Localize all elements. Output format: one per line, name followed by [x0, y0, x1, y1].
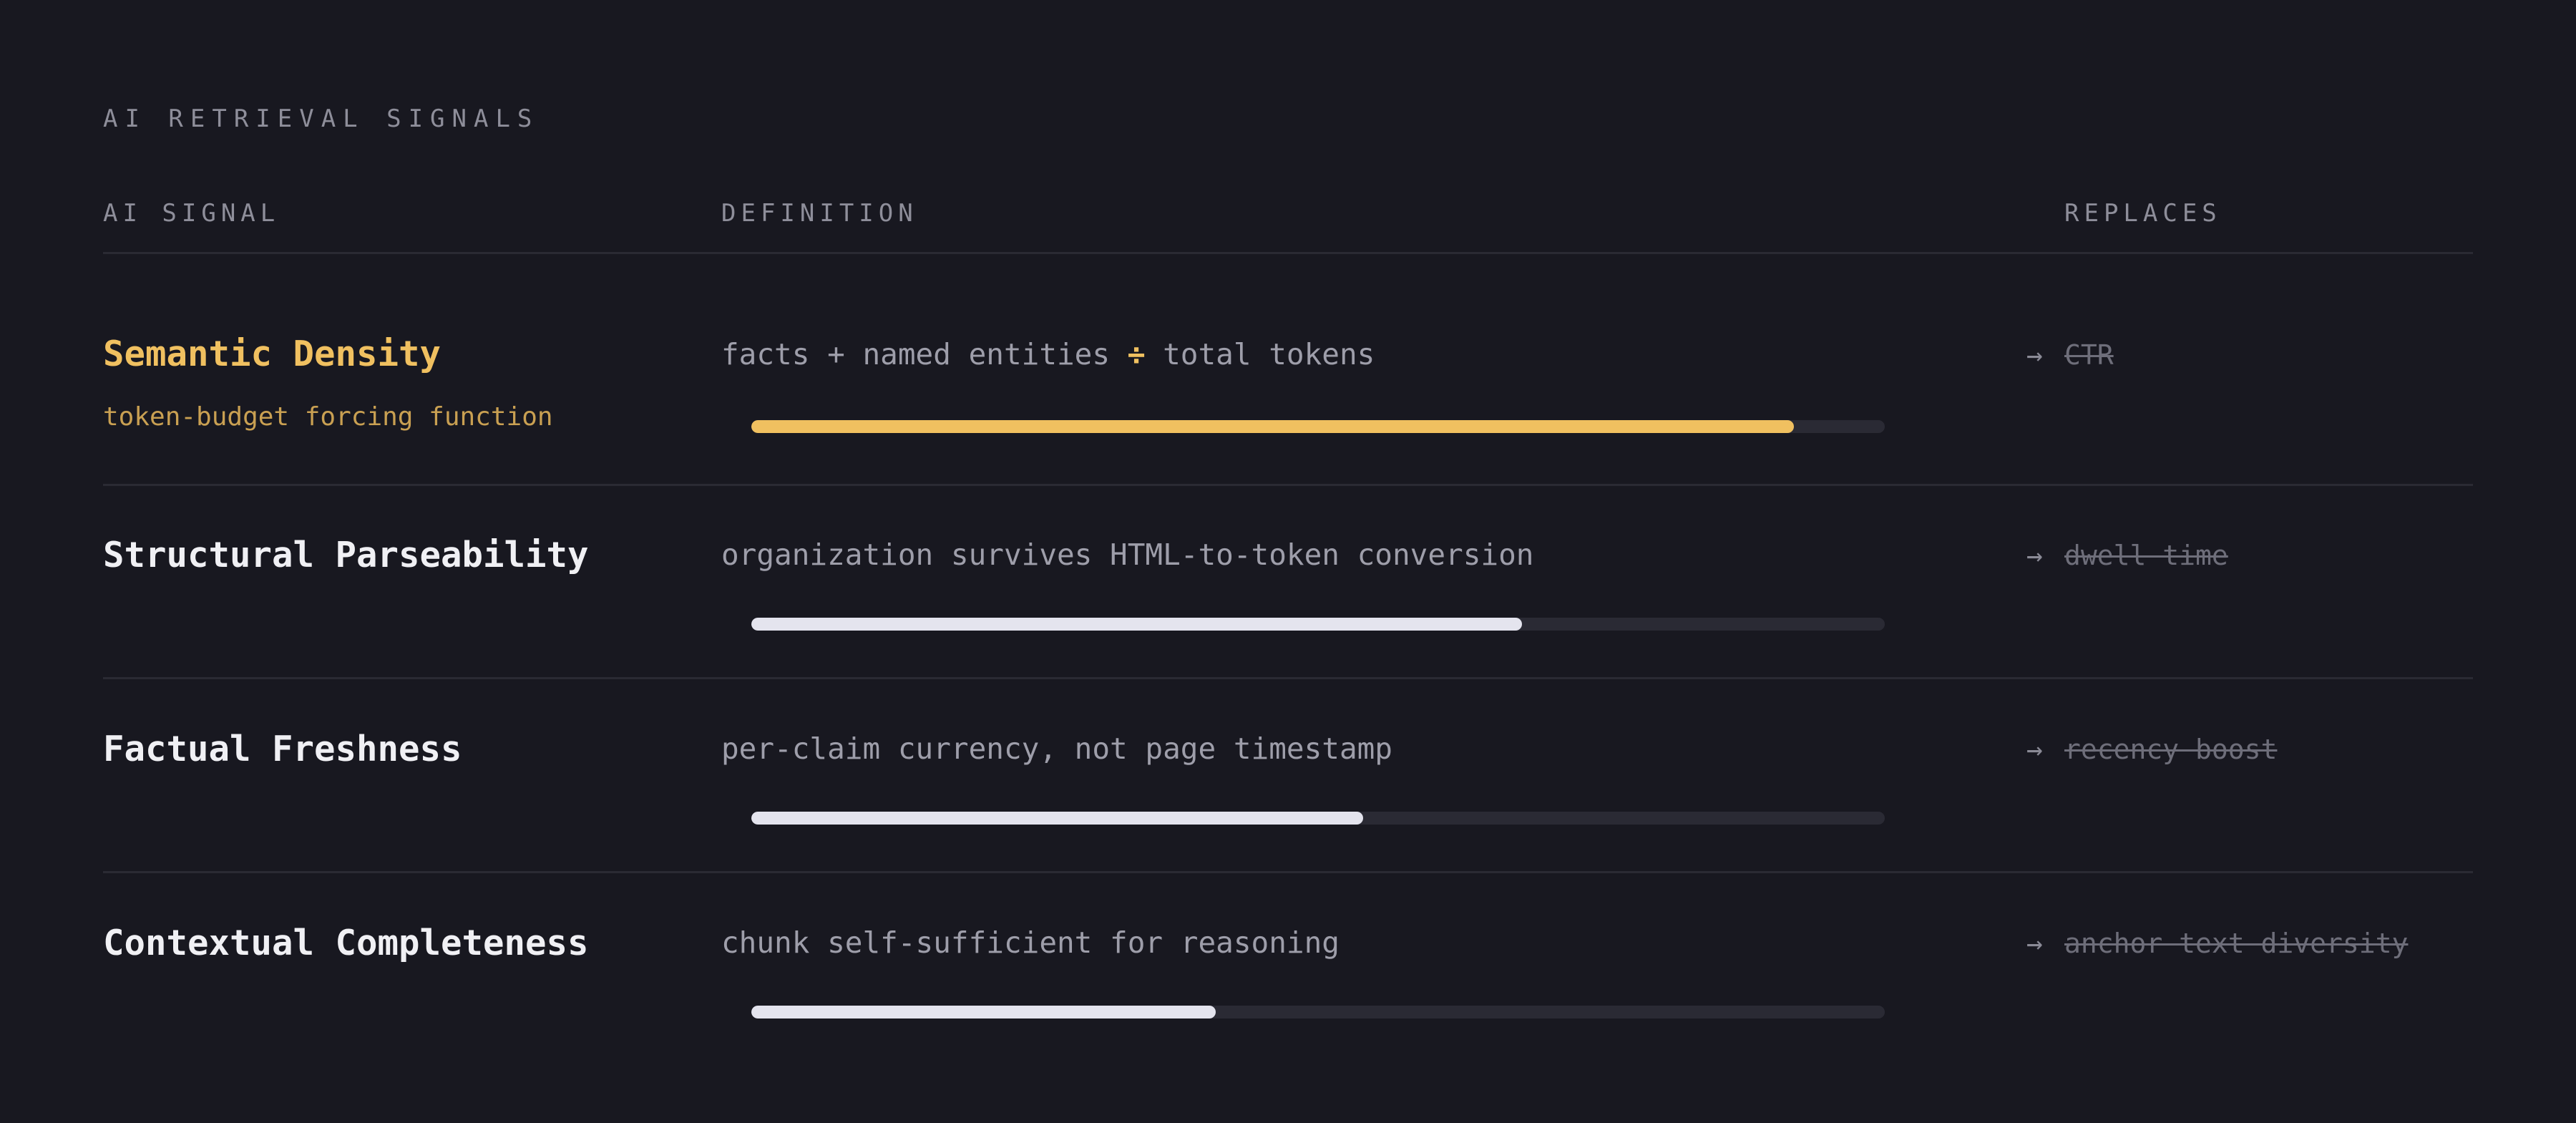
signal-name: Structural Parseability — [103, 535, 589, 575]
progress-fill — [751, 618, 1523, 631]
header-divider — [103, 252, 2473, 254]
arrow-right-icon: → — [2026, 928, 2043, 959]
signal-name: Factual Freshness — [103, 729, 462, 769]
page-title: AI RETRIEVAL SIGNALS — [103, 104, 540, 133]
replaced-signal: recency boost — [2064, 734, 2278, 765]
divide-operator: ÷ — [1127, 337, 1146, 371]
row-divider — [103, 677, 2473, 679]
replaces-cell: → recency boost — [2026, 734, 2277, 765]
arrow-right-icon: → — [2026, 540, 2043, 571]
progress-fill — [751, 1006, 1216, 1019]
replaced-signal: CTR — [2064, 339, 2114, 371]
definition-text: total tokens — [1145, 337, 1375, 371]
replaced-signal: anchor text diversity — [2064, 928, 2409, 959]
column-header-replaces: REPLACES — [2064, 199, 2222, 228]
progress-fill — [751, 812, 1364, 825]
replaces-cell: → CTR — [2026, 339, 2114, 371]
arrow-right-icon: → — [2026, 734, 2043, 765]
progress-bar — [751, 420, 1885, 433]
column-header-definition: DEFINITION — [721, 199, 918, 228]
replaces-cell: → anchor text diversity — [2026, 928, 2408, 959]
signal-name: Semantic Density — [103, 334, 441, 374]
progress-bar — [751, 618, 1885, 631]
signal-definition: chunk self-sufficient for reasoning — [721, 925, 1340, 960]
signal-name: Contextual Completeness — [103, 923, 589, 963]
signal-definition: organization survives HTML-to-token conv… — [721, 538, 1534, 572]
definition-text: facts + named entities — [721, 337, 1128, 371]
progress-bar — [751, 812, 1885, 825]
column-header-signal: AI SIGNAL — [103, 199, 280, 228]
arrow-right-icon: → — [2026, 339, 2043, 371]
row-divider — [103, 484, 2473, 486]
replaces-cell: → dwell time — [2026, 540, 2228, 571]
replaced-signal: dwell time — [2064, 540, 2228, 571]
progress-bar — [751, 1006, 1885, 1019]
signal-subtitle: token-budget forcing function — [103, 402, 553, 432]
progress-fill — [751, 420, 1795, 433]
row-divider — [103, 871, 2473, 873]
signal-definition: facts + named entities ÷ total tokens — [721, 337, 1375, 371]
signal-definition: per-claim currency, not page timestamp — [721, 731, 1392, 766]
